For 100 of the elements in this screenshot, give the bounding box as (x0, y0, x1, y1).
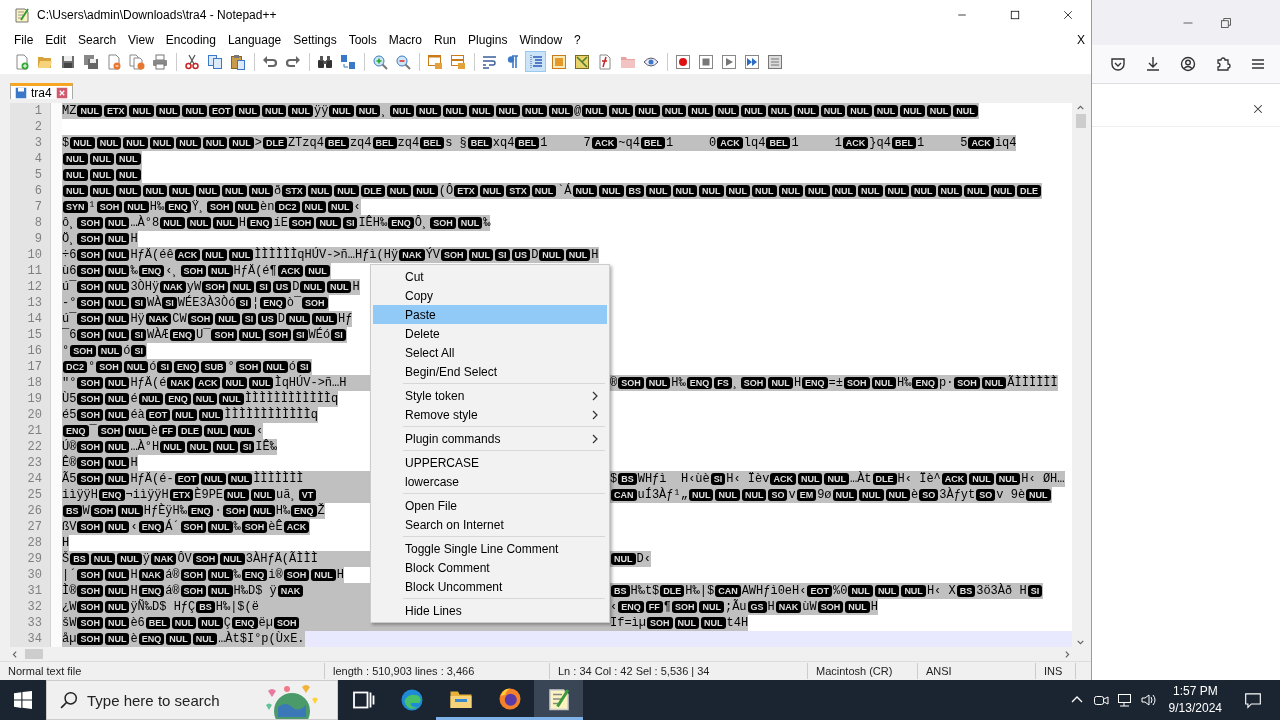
line-number: 27 (26, 519, 43, 536)
code-text: Š (62, 551, 70, 568)
context-menu-item[interactable]: Search on Internet (373, 515, 607, 534)
control-char-token: NUL (208, 521, 233, 534)
control-char-token: EOT (208, 105, 234, 118)
code-text: ¸ (732, 375, 740, 392)
context-menu-item[interactable]: Hide Lines (373, 601, 607, 620)
context-menu-item[interactable]: lowercase (373, 472, 607, 491)
pocket-icon[interactable] (1109, 56, 1126, 72)
context-menu-item[interactable]: Begin/End Select (373, 362, 607, 381)
control-char-token: NUL (873, 105, 899, 118)
control-char-token: NUL (219, 393, 244, 406)
control-char-token: NUL (848, 585, 873, 598)
scroll-down-icon[interactable] (1076, 638, 1085, 648)
menu-item[interactable]: View (122, 32, 160, 47)
menu-item[interactable]: Encoding (159, 32, 222, 47)
control-char-token: NAK (167, 377, 193, 390)
control-char-token: NUL (104, 329, 130, 342)
control-char-token: NUL (831, 185, 857, 198)
code-text: 3ÒHÿ (130, 279, 160, 295)
network-icon[interactable] (1116, 692, 1133, 708)
code-text: ¯ (89, 423, 97, 440)
control-char-token: NUL (599, 185, 624, 198)
account-icon[interactable] (1179, 56, 1196, 72)
scroll-left-icon[interactable] (10, 649, 19, 659)
volume-icon[interactable] (1140, 692, 1157, 708)
control-char-token: SOH (180, 585, 207, 598)
menu-item[interactable]: File (8, 32, 40, 47)
code-text: ÿÿ (313, 103, 329, 120)
scroll-right-icon[interactable] (1063, 649, 1072, 659)
code-text: |´ (62, 567, 77, 583)
control-char-token: ENQ (138, 633, 165, 646)
control-char-token: EOT (145, 409, 171, 422)
code-text: HƒÄ(é- (130, 471, 174, 488)
control-char-token: NUL (611, 553, 636, 566)
control-char-token: NUL (224, 489, 249, 502)
control-char-token: NUL (355, 105, 381, 118)
extensions-icon[interactable] (1215, 56, 1232, 72)
control-char-token: BEL (891, 137, 916, 150)
menu-icon[interactable] (1250, 56, 1267, 72)
code-text: ú¯ (62, 279, 77, 296)
control-char-token: BEL (324, 137, 349, 150)
context-menu-item[interactable]: Paste (373, 305, 607, 324)
notification-icon[interactable] (1244, 691, 1262, 709)
code-text: H (130, 567, 138, 584)
scrollbar-thumb[interactable] (1075, 114, 1086, 129)
restore-icon[interactable] (1220, 16, 1232, 29)
code-text: ° (88, 359, 96, 376)
context-menu-item[interactable]: Remove style (373, 405, 607, 424)
code-text: zq4 (397, 135, 420, 152)
scrollbar-thumb[interactable] (25, 649, 43, 660)
code-text: Hÿ (130, 311, 145, 328)
clock-time[interactable]: 1:57 PM (1172, 683, 1218, 700)
code-text: $ (610, 471, 618, 488)
code-text: > (254, 135, 262, 152)
search-field[interactable]: Type here to search (46, 680, 338, 720)
context-menu-item[interactable]: Style token (373, 386, 607, 405)
control-char-token: NUL (263, 361, 288, 374)
clock-date[interactable]: 9/13/2024 (1168, 700, 1222, 717)
control-char-token: SOH (241, 521, 268, 534)
close-files-icon[interactable] (126, 51, 147, 73)
line-number: 23 (26, 455, 43, 472)
menu-item[interactable]: Plugins (462, 32, 514, 47)
control-char-token: SOH (283, 569, 310, 582)
control-char-token: NUL (885, 489, 911, 502)
menu-item[interactable]: Macro (382, 32, 428, 47)
control-char-token: GS (747, 601, 767, 614)
context-menu-item[interactable]: Copy (373, 286, 607, 305)
close-icon[interactable] (55, 86, 68, 99)
close-document-button[interactable]: X (1071, 32, 1091, 47)
menu-item[interactable]: Settings (287, 32, 343, 47)
control-char-token: NUL (104, 217, 130, 230)
file-tab[interactable]: tra4 (10, 83, 73, 100)
control-char-token: NUL (202, 249, 227, 262)
code-text: è (911, 487, 919, 504)
context-menu-item[interactable]: Cut (373, 267, 607, 286)
context-menu-item[interactable]: Delete (373, 324, 607, 343)
context-menu-item[interactable]: Toggle Single Line Comment (373, 539, 607, 558)
menu-item[interactable]: Language (221, 32, 288, 47)
context-menu-item[interactable]: Block Uncomment (373, 577, 607, 596)
context-menu-item[interactable]: Select All (373, 343, 607, 362)
menu-item[interactable]: Run (428, 32, 463, 47)
menu-item[interactable]: Tools (342, 32, 383, 47)
context-menu-item[interactable]: Block Comment (373, 558, 607, 577)
line-number: 7 (33, 199, 43, 216)
close-icon[interactable] (1252, 103, 1264, 115)
indent-guide-icon[interactable] (525, 51, 546, 73)
context-menu-item[interactable]: UPPERCASE (373, 453, 607, 472)
menu-item[interactable]: ? (568, 32, 587, 47)
code-text: H‰ (897, 375, 912, 392)
menu-item[interactable]: Edit (39, 32, 73, 47)
download-icon[interactable] (1144, 56, 1161, 72)
context-menu-item[interactable]: Open File (373, 496, 607, 515)
notepad-icon[interactable] (534, 680, 583, 720)
control-char-token: SOH (77, 297, 103, 310)
menu-item[interactable]: Search (72, 32, 123, 47)
menu-item[interactable]: Window (513, 32, 569, 47)
control-char-token: SOH (97, 425, 124, 438)
context-menu-item[interactable]: Plugin commands (373, 429, 607, 448)
code-text: ;Ãu (724, 599, 747, 616)
